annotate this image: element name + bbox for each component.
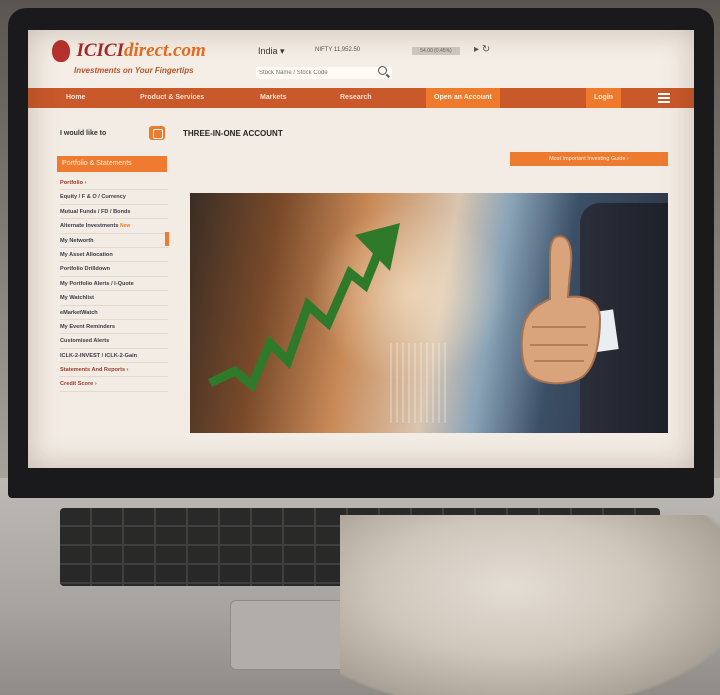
logo-brand-accent: direct.com xyxy=(123,40,206,61)
sidebar-item-statements-reports[interactable]: Statements And Reports › xyxy=(60,363,168,378)
logo-brand-main: ICICI xyxy=(76,40,124,61)
index-value: 54.00 (0.45%) xyxy=(412,47,460,55)
nav-home[interactable]: Home xyxy=(66,88,85,108)
sidebar-scroll-thumb[interactable] xyxy=(165,232,169,246)
sidebar-item-portfolio-alerts[interactable]: My Portfolio Alerts / I-Quote xyxy=(60,277,168,292)
sidebar-item-event-reminders[interactable]: My Event Reminders xyxy=(60,320,168,335)
nav-markets[interactable]: Markets xyxy=(260,88,286,108)
laptop-screen: ICICIdirect.com Investments on Your Fing… xyxy=(28,30,694,468)
sidebar-item-equity[interactable]: Equity / F & O / Currency xyxy=(60,190,168,205)
search-icon[interactable] xyxy=(378,66,387,75)
logo-tagline: Investments on Your Fingertips xyxy=(74,66,194,75)
chevron-right-icon: › xyxy=(126,367,129,374)
main-nav: Home Product & Services Markets Research… xyxy=(28,88,694,108)
logo-mark-icon xyxy=(52,40,70,62)
country-label: India xyxy=(258,46,278,56)
nav-login[interactable]: Login xyxy=(586,88,622,108)
site-header: ICICIdirect.com Investments on Your Fing… xyxy=(28,30,694,88)
investing-guide-button[interactable]: Most Important Investing Guide › xyxy=(510,152,668,166)
nav-open-account[interactable]: Open an Account xyxy=(426,88,500,108)
sidebar-item-emarketwatch[interactable]: eMarketWatch xyxy=(60,306,168,320)
sidebar-item-portfolio-drilldown[interactable]: Portfolio Drilldown xyxy=(60,262,168,277)
country-selector[interactable]: India ▾ xyxy=(258,46,285,57)
nav-products-services[interactable]: Product & Services xyxy=(140,88,204,108)
hamburger-icon[interactable] xyxy=(658,93,670,103)
stock-search-input[interactable] xyxy=(256,67,392,79)
sidebar-item-asset-allocation[interactable]: My Asset Allocation xyxy=(60,248,168,263)
sidebar-section-portfolio[interactable]: Portfolio & Statements xyxy=(57,156,167,172)
want-menu-button[interactable] xyxy=(149,126,165,140)
chevron-right-icon: › xyxy=(94,381,97,388)
sidebar-item-portfolio[interactable]: Portfolio › xyxy=(60,176,168,191)
sidebar-item-iclk-2-invest[interactable]: ICLK-2-INVEST / iCLK-2-Gain xyxy=(60,349,168,364)
chevron-down-icon: ▾ xyxy=(280,46,285,56)
ticker-nav[interactable]: ▸ ↻ xyxy=(474,44,490,55)
want-label: I would like to xyxy=(60,130,107,137)
sidebar-item-networth[interactable]: My Networth xyxy=(60,234,168,248)
play-icon[interactable]: ▸ xyxy=(474,44,479,55)
sidebar: I would like to Portfolio & Statements P… xyxy=(55,122,169,412)
trend-arrow-line xyxy=(208,246,385,393)
sidebar-item-mutual-funds[interactable]: Mutual Funds / FD / Bonds xyxy=(60,205,168,220)
sidebar-item-customised-alerts[interactable]: Customised Alerts xyxy=(60,334,168,349)
sidebar-item-watchlist[interactable]: My Watchlist xyxy=(60,291,168,306)
sidebar-item-alternate-investments[interactable]: Alternate Investments New xyxy=(60,219,168,234)
sidebar-list: Portfolio › Equity / F & O / Currency Mu… xyxy=(60,176,168,392)
user-hand xyxy=(340,515,720,695)
site-logo[interactable]: ICICIdirect.com xyxy=(52,40,206,62)
sidebar-item-credit-score[interactable]: Credit Score › xyxy=(60,377,168,392)
page-title: THREE-IN-ONE ACCOUNT xyxy=(183,129,283,138)
thumbs-up-icon xyxy=(520,235,602,385)
new-badge: New xyxy=(120,223,131,230)
nav-research[interactable]: Research xyxy=(340,88,372,108)
index-ticker: NIFTY 11,952.50 xyxy=(315,47,361,53)
refresh-icon[interactable]: ↻ xyxy=(482,44,490,55)
hero-banner[interactable] xyxy=(190,193,668,433)
chevron-right-icon: › xyxy=(84,180,87,186)
